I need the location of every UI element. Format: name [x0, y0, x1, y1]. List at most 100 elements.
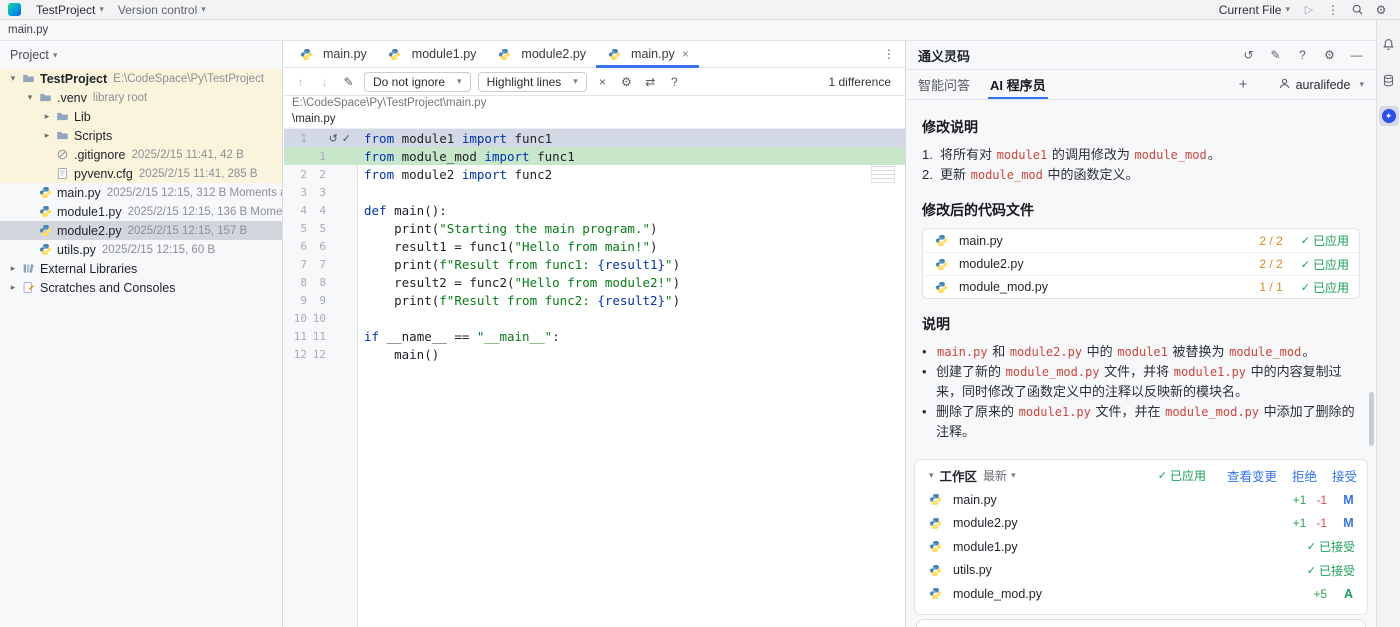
- scrollbar-thumb[interactable]: [1369, 392, 1374, 446]
- help-icon[interactable]: ?: [1295, 48, 1310, 62]
- code-line-11[interactable]: 10 10: [284, 309, 905, 327]
- code-line-12[interactable]: 11 11 if __name__ == "__main__":: [284, 327, 905, 345]
- tree-item-gitignore[interactable]: .gitignore 2025/2/15 11:41, 42 B: [0, 145, 282, 164]
- ai-tab-0[interactable]: 智能问答: [918, 70, 970, 99]
- tree-item-pyvenv-cfg[interactable]: pyvenv.cfg 2025/2/15 11:41, 285 B: [0, 164, 282, 183]
- user-account-menu[interactable]: auralifede ▾: [1278, 70, 1364, 99]
- code-line-2[interactable]: 1 from module_mod import func1: [284, 147, 905, 165]
- workspace-file-module-mod-py[interactable]: module_mod.py +5 A: [915, 582, 1367, 606]
- tree-item-testproject[interactable]: ▾ TestProject E:\CodeSpace\Py\TestProject: [0, 69, 282, 88]
- project-switcher[interactable]: TestProject ▾: [30, 2, 110, 18]
- ignore-policy-select[interactable]: Do not ignore ▾: [364, 71, 471, 92]
- chevron-right-icon[interactable]: ▸: [6, 263, 20, 274]
- pycharm-logo-icon[interactable]: [8, 3, 21, 16]
- code-line-4[interactable]: 33: [284, 183, 905, 201]
- workspace-file-module1-py[interactable]: module1.py ✓ 已接受: [915, 535, 1367, 559]
- tree-item-scratches-and-consoles[interactable]: ▸ Scratches and Consoles: [0, 278, 282, 297]
- code-line-5[interactable]: 4 4 def main():: [284, 201, 905, 219]
- run-config-selector[interactable]: Current File ▾: [1213, 2, 1296, 18]
- chevron-down-icon[interactable]: ▾: [6, 73, 20, 84]
- accept-link[interactable]: 接受: [1332, 466, 1357, 485]
- token-txt: ): [672, 256, 681, 272]
- ai-tab-1[interactable]: AI 程序员: [988, 70, 1048, 99]
- diff-settings-icon[interactable]: ⚙: [618, 75, 635, 89]
- code-line-8[interactable]: 77 print(f"Result from func1: {result1}"…: [284, 255, 905, 273]
- workspace-file-utils-py[interactable]: utils.py ✓ 已接受: [915, 559, 1367, 583]
- collapse-icon[interactable]: ×: [594, 75, 611, 89]
- workspace-file-module2-py[interactable]: module2.py +1 -1 M: [915, 512, 1367, 536]
- settings-button[interactable]: ⚙: [1370, 3, 1392, 17]
- settings-icon[interactable]: ⚙: [1322, 48, 1337, 62]
- tree-item-detail: library root: [92, 91, 148, 104]
- modified-file-main-py[interactable]: main.py 2 / 2 ✓ 已应用: [923, 229, 1359, 252]
- tree-item-utils-py[interactable]: utils.py 2025/2/15 12:15, 60 B: [0, 240, 282, 259]
- next-difference-icon[interactable]: ↓: [316, 75, 333, 89]
- tree-item-venv[interactable]: ▾ .venv library root: [0, 88, 282, 107]
- modified-file-module2-py[interactable]: module2.py 2 / 2 ✓ 已应用: [923, 252, 1359, 275]
- close-tab-icon[interactable]: ×: [682, 47, 689, 61]
- text-fragment: 的调用修改为: [1048, 147, 1134, 162]
- code-line-3[interactable]: 2 2 from module2 import func2: [284, 165, 905, 183]
- lines-added: +1: [1292, 516, 1307, 531]
- tree-item-lib[interactable]: ▸ Lib: [0, 107, 282, 126]
- tree-item-detail: 2025/2/15 11:41, 285 B: [138, 167, 258, 180]
- modified-file-module-mod-py[interactable]: module_mod.py 1 / 1 ✓ 已应用: [923, 275, 1359, 298]
- edit-icon[interactable]: ✎: [340, 75, 357, 89]
- code-line-10[interactable]: 99 print(f"Result from func2: {result2}"…: [284, 291, 905, 309]
- highlight-mode-select[interactable]: Highlight lines ▾: [477, 71, 587, 92]
- breadcrumb[interactable]: main.py: [8, 24, 48, 36]
- apply-change-icon[interactable]: ✓: [342, 132, 351, 145]
- tree-item-scripts[interactable]: ▸ Scripts: [0, 126, 282, 145]
- chevron-right-icon[interactable]: ▸: [40, 130, 54, 141]
- code-line-1[interactable]: 1 ↺ ✓ from module1 import func1: [284, 129, 905, 147]
- vcs-widget[interactable]: Version control ▾: [112, 2, 212, 18]
- editor-tab-module2-py-2[interactable]: module2.py: [486, 41, 596, 67]
- help-icon[interactable]: ?: [666, 75, 683, 89]
- file-name: module1.py: [953, 539, 1018, 554]
- tab-options-icon[interactable]: ⋮: [873, 47, 905, 61]
- history-icon[interactable]: ↺: [1241, 48, 1256, 62]
- code-line-7[interactable]: 66 result1 = func1("Hello from main!"): [284, 237, 905, 255]
- workspace-filter-select[interactable]: 最新 ▾: [983, 467, 1016, 484]
- ai-assistant-icon[interactable]: ✦: [1378, 106, 1399, 126]
- minimize-icon[interactable]: —: [1349, 48, 1364, 62]
- avatar-icon: [1278, 77, 1291, 93]
- chat-input[interactable]: [916, 619, 1366, 627]
- collapse-chevron-icon[interactable]: ▾: [929, 470, 934, 481]
- tree-item-main-py[interactable]: main.py 2025/2/15 12:15, 312 B Moments ag…: [0, 183, 282, 202]
- chevron-right-icon[interactable]: ▸: [6, 282, 20, 293]
- view-changes-link[interactable]: 查看变更: [1227, 466, 1277, 485]
- database-icon[interactable]: [1379, 70, 1399, 90]
- more-actions-button[interactable]: ⋮: [1322, 3, 1344, 17]
- project-panel-header[interactable]: Project ▾: [0, 41, 282, 69]
- editor-tab-main-py-0[interactable]: main.py: [288, 41, 377, 67]
- python-file-icon: [606, 47, 622, 62]
- new-chat-icon[interactable]: ✎: [1268, 48, 1283, 62]
- notifications-icon[interactable]: [1379, 34, 1399, 54]
- previous-difference-icon[interactable]: ↑: [292, 75, 309, 89]
- inline-code: module2.py: [1009, 345, 1083, 359]
- project-tool-window: Project ▾ ▾ TestProject E:\CodeSpace\Py\Te…: [0, 41, 283, 627]
- workspace-file-main-py[interactable]: main.py +1 -1 M: [915, 488, 1367, 512]
- run-button[interactable]: ▷: [1298, 3, 1320, 16]
- swap-sides-icon[interactable]: ⇄: [642, 75, 659, 89]
- editor-tab-module1-py-1[interactable]: module1.py: [377, 41, 487, 67]
- token-txt: func2: [507, 166, 553, 182]
- line-number-left: 6: [300, 239, 307, 253]
- reject-link[interactable]: 拒绝: [1292, 466, 1317, 485]
- revert-change-icon[interactable]: ↺: [329, 132, 338, 145]
- chevron-down-icon[interactable]: ▾: [23, 92, 37, 103]
- editor-tab-main-py-3[interactable]: main.py ×: [596, 41, 699, 68]
- tree-item-module2-py[interactable]: module2.py 2025/2/15 12:15, 157 B: [0, 221, 282, 240]
- search-everywhere-button[interactable]: [1346, 3, 1368, 16]
- tree-item-external-libraries[interactable]: ▸ External Libraries: [0, 259, 282, 278]
- chevron-right-icon[interactable]: ▸: [40, 111, 54, 122]
- new-session-icon[interactable]: +: [1229, 76, 1258, 93]
- applied-status: ✓ 已应用: [1301, 232, 1349, 249]
- tree-item-module1-py[interactable]: module1.py 2025/2/15 12:15, 136 B Moments…: [0, 202, 282, 221]
- code-line-6[interactable]: 55 print("Starting the main program."): [284, 219, 905, 237]
- code-line-13[interactable]: 12 12 main(): [284, 345, 905, 363]
- code-line-9[interactable]: 88 result2 = func2("Hello from module2!"…: [284, 273, 905, 291]
- code-editor[interactable]: 1 ↺ ✓ from module1 import func1 1 from module…: [284, 129, 905, 627]
- python-file-icon: [496, 47, 512, 62]
